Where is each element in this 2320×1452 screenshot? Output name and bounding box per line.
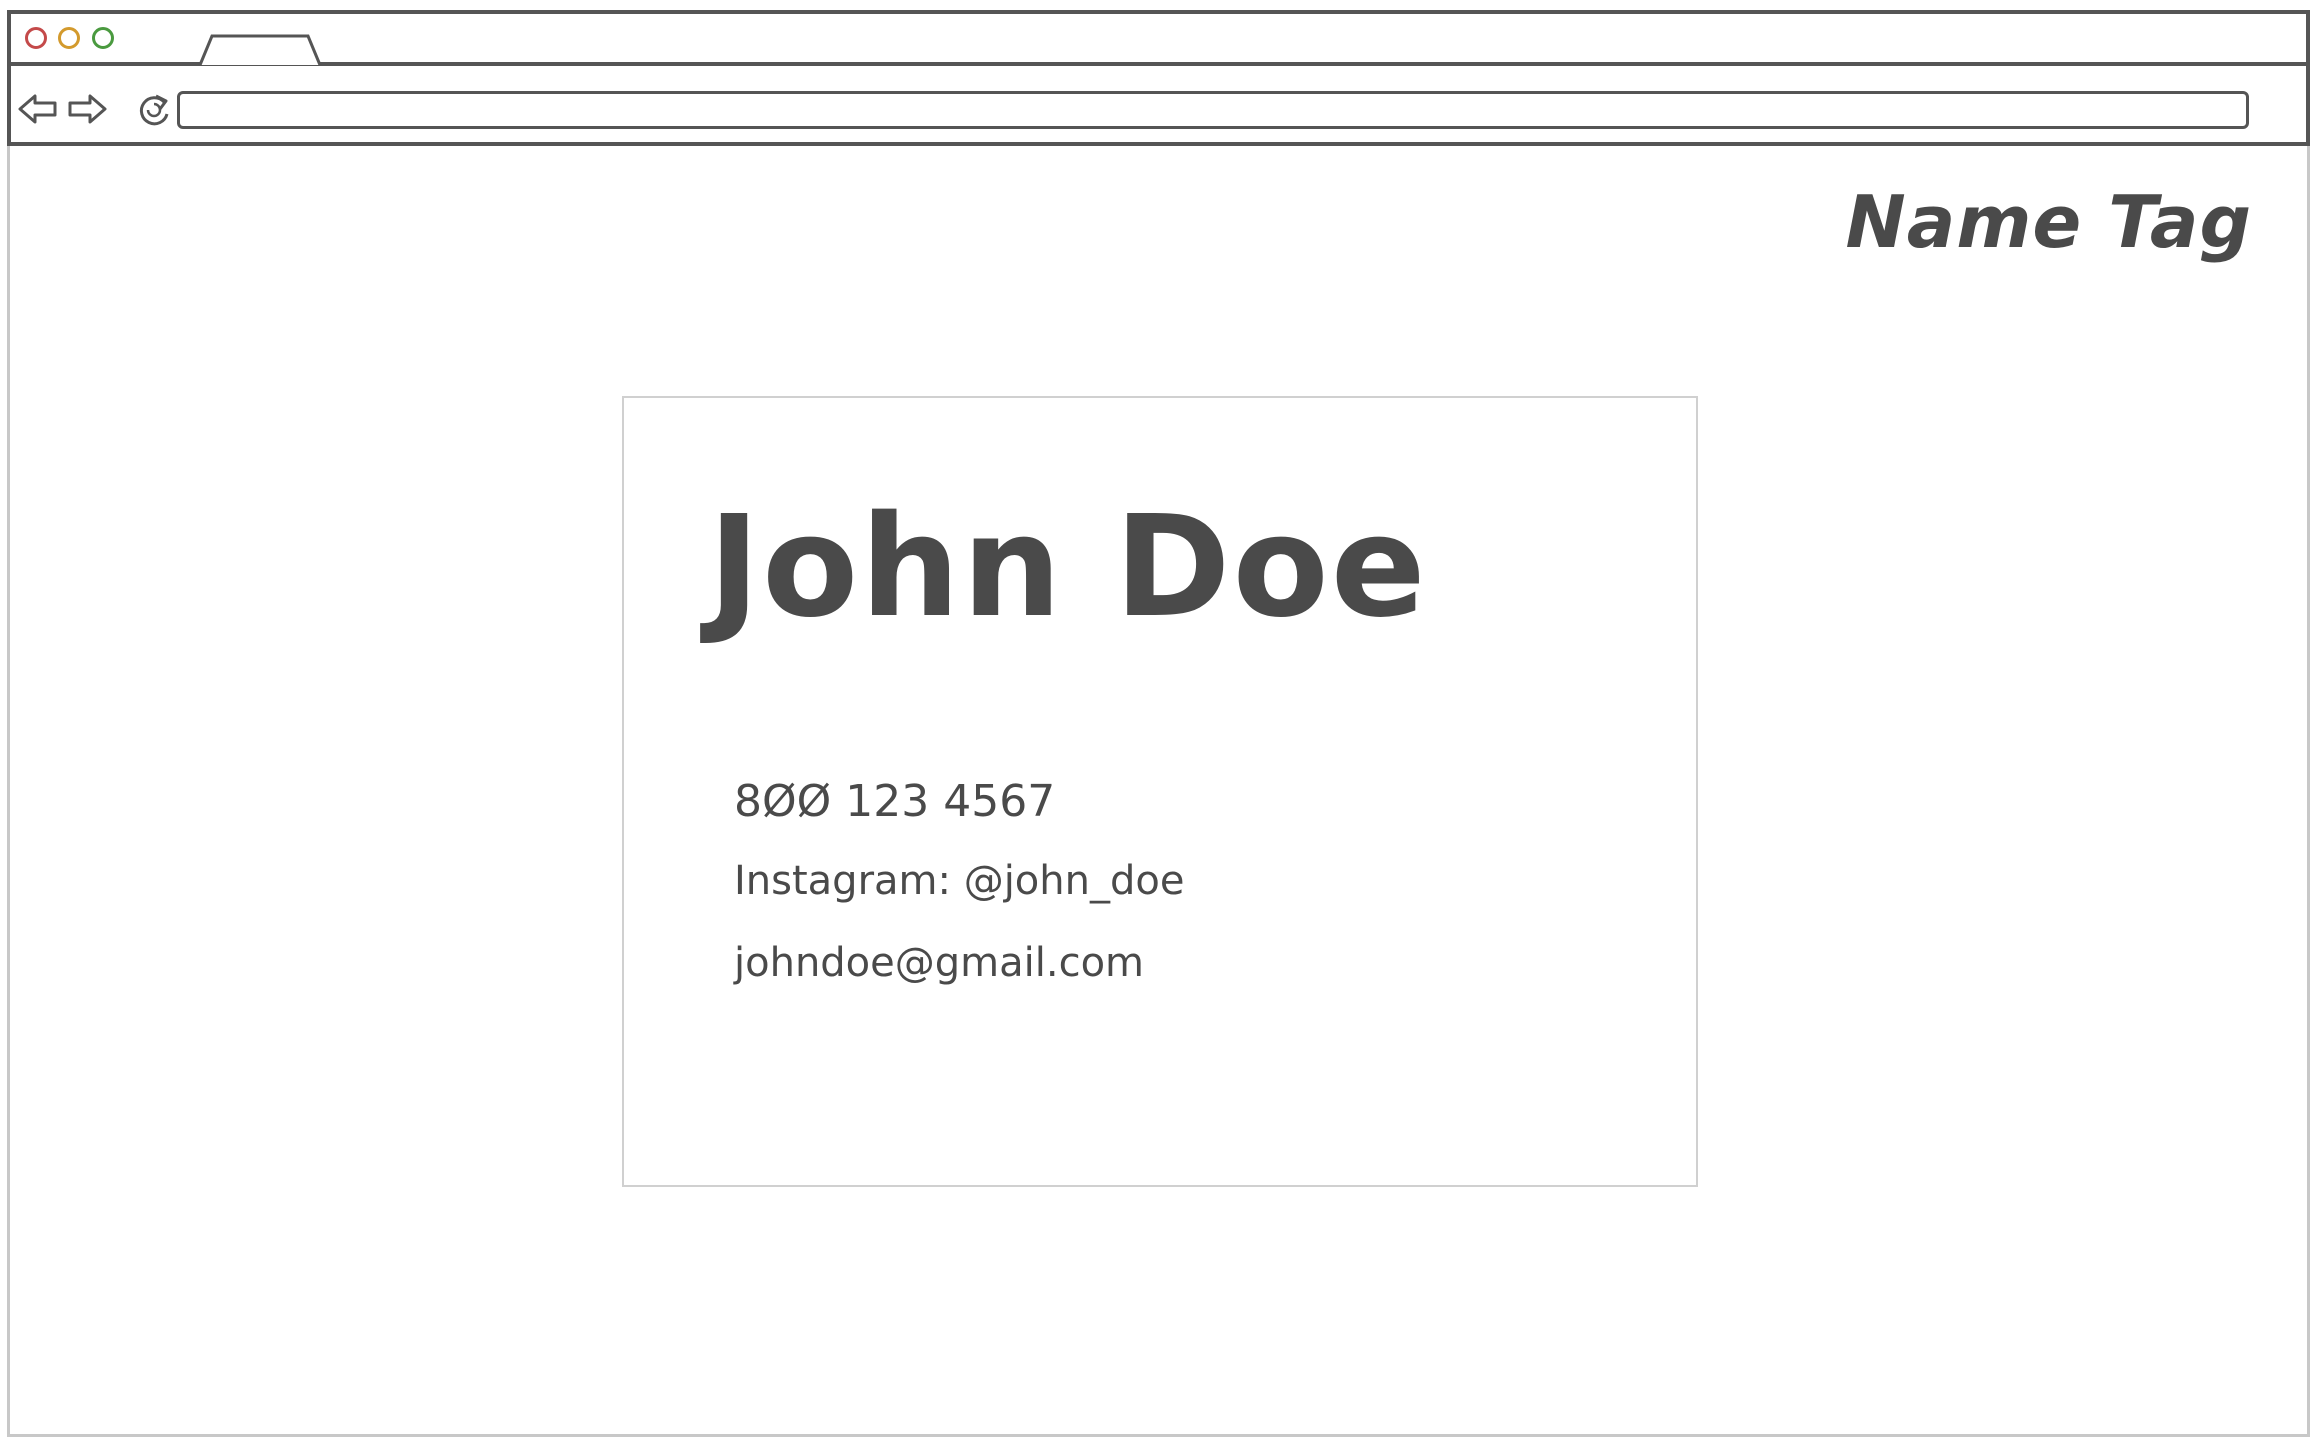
card-instagram: Instagram: @john_doe (734, 858, 1185, 904)
forward-arrow-icon[interactable] (66, 92, 108, 126)
card-phone: 8ØØ 123 4567 (734, 776, 1056, 827)
reload-icon[interactable] (134, 90, 174, 130)
card-name: John Doe (708, 486, 1428, 649)
name-card: John Doe 8ØØ 123 4567 Instagram: @john_d… (622, 396, 1698, 1187)
site-title: Name Tag (1845, 180, 2252, 264)
back-arrow-icon[interactable] (17, 92, 59, 126)
address-bar-input[interactable] (177, 91, 2249, 129)
close-window-button[interactable] (25, 27, 47, 49)
browser-title-bar (7, 10, 2310, 66)
minimize-window-button[interactable] (58, 27, 80, 49)
browser-tab[interactable] (198, 34, 322, 66)
card-email: johndoe@gmail.com (734, 940, 1144, 986)
maximize-window-button[interactable] (92, 27, 114, 49)
